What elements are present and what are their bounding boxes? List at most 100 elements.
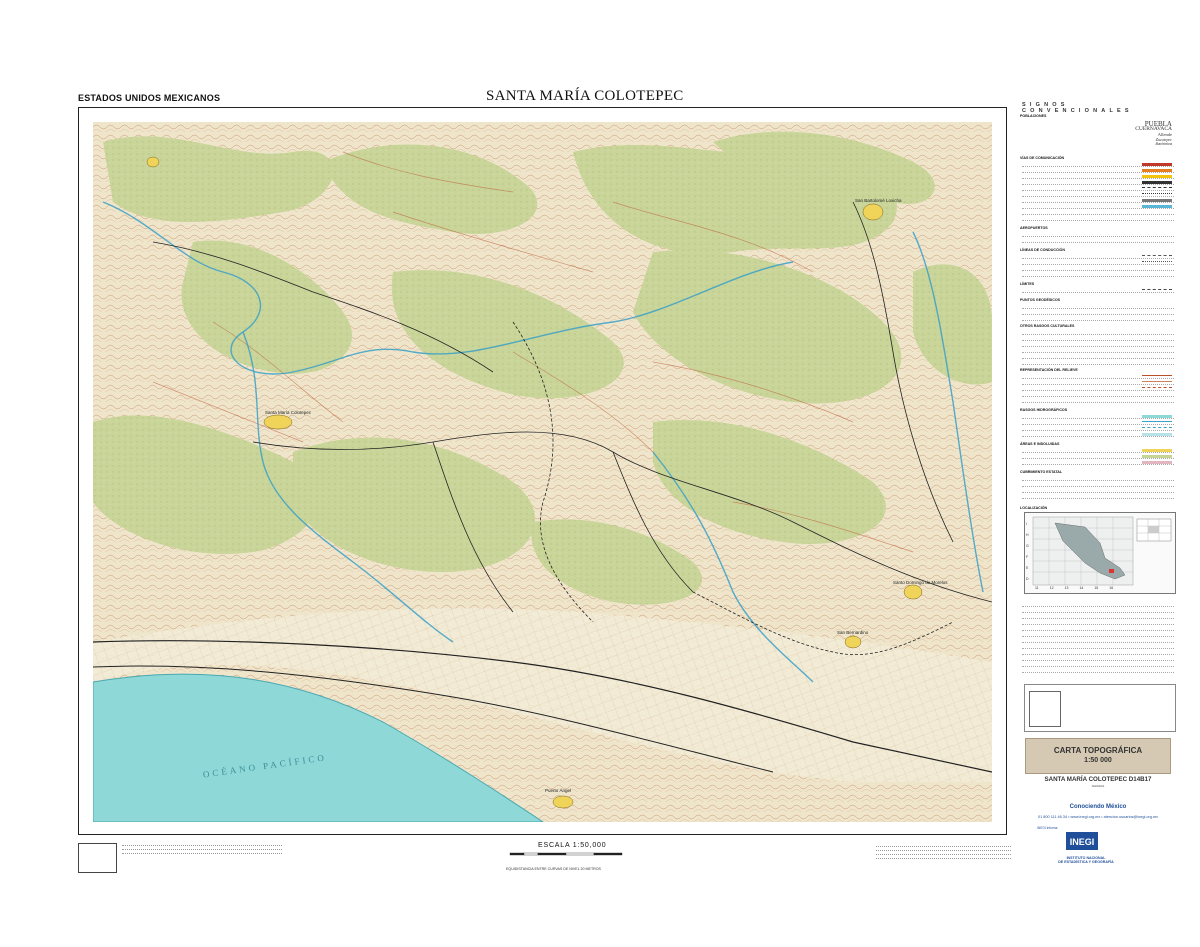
legend-section-vias: VÍAS DE COMUNICACIÓN: [1020, 156, 1065, 160]
index-col-label: 13: [1064, 586, 1069, 590]
legend-row: [1022, 602, 1174, 607]
legend-row: [1022, 620, 1174, 625]
legend-row: [1022, 386, 1174, 391]
legend-section-limites: LÍMITES: [1020, 282, 1035, 286]
place-label: Santo Domingo de Morelos: [893, 580, 948, 585]
inegi-name: INSTITUTO NACIONAL DE ESTADÍSTICA Y GEOG…: [1046, 856, 1126, 864]
index-row-label: E: [1026, 566, 1029, 570]
legend-row: [1022, 272, 1174, 277]
carta-title: CARTA TOPOGRÁFICA: [1053, 746, 1143, 755]
legend-row: [1022, 316, 1174, 321]
legend-row: [1022, 454, 1174, 459]
place-label: San Bernardino: [837, 630, 869, 635]
legend-row: [1022, 392, 1174, 397]
legend-row: [1022, 162, 1174, 167]
index-grid: [1032, 516, 1172, 586]
legend-row: [1022, 626, 1174, 631]
inegi-name-line: DE ESTADÍSTICA Y GEOGRAFÍA: [1058, 860, 1114, 864]
index-row-label: D: [1026, 577, 1029, 581]
index-col-label: 14: [1079, 586, 1084, 590]
index-col-label: 12: [1049, 586, 1054, 590]
legend-section-areas: ÁREAS E INDOLUIDAS: [1020, 442, 1060, 446]
note-box: [78, 843, 117, 873]
legend-row: [1022, 330, 1174, 335]
place-label: San Bartolomé Loxicha: [855, 198, 902, 203]
declination-box: [1024, 684, 1176, 732]
sheet-state: OAXACA: [1091, 784, 1105, 788]
legend-row: [1022, 650, 1174, 655]
legend-row: [1022, 380, 1174, 385]
legend-row: [1022, 174, 1174, 179]
legend-row: [1022, 198, 1174, 203]
legend-town-bachiniva: Bachiniva: [1155, 142, 1172, 146]
legend-row: [1022, 460, 1174, 465]
inegi-logo: INEGI: [1066, 832, 1098, 850]
legend-row: [1022, 608, 1174, 613]
legend-row: [1022, 668, 1174, 673]
legend-section-rasgos-culturales: OTROS RASGOS CULTURALES: [1020, 324, 1075, 328]
legend-row: [1022, 488, 1174, 493]
legend-row: [1022, 638, 1174, 643]
legend-row: [1022, 342, 1174, 347]
index-col-labels: 11 12 13 14 15 16: [1035, 586, 1113, 590]
legend-row: [1022, 614, 1174, 619]
legend-row: [1022, 180, 1174, 185]
legend-row: [1022, 254, 1174, 259]
inegi-logo-text: INEGI: [1070, 837, 1095, 847]
legend-row: [1022, 310, 1174, 315]
scale-label: ESCALA 1:50,000: [538, 842, 607, 849]
legend-section-puntos: PUNTOS GEODÉSICOS: [1020, 298, 1061, 302]
legend-row: [1022, 360, 1174, 365]
declination-diagram: [1029, 691, 1061, 727]
legend-row: [1022, 482, 1174, 487]
legend-row: [1022, 210, 1174, 215]
legend-row: [1022, 374, 1174, 379]
location-index-map: I H G F E D 11 12 13 14 15 16: [1024, 512, 1176, 594]
topographic-map[interactable]: OCÉANO PACÍFICO Santa María Colotepec Sa…: [93, 122, 992, 822]
legend-row: [1022, 336, 1174, 341]
index-row-labels: I H G F E D: [1026, 519, 1029, 585]
legend-row: [1022, 232, 1174, 237]
tagline: Conociendo México: [1069, 804, 1127, 810]
legend-section-cubrimiento: CUBRIMIENTO ESTATAL: [1020, 470, 1063, 474]
legend-row: [1022, 186, 1174, 191]
legend-row: [1022, 238, 1174, 243]
index-col-label: 11: [1035, 586, 1039, 590]
sheet-title: SANTA MARÍA COLOTEPEC: [486, 88, 684, 104]
contour-interval-note: EQUIDISTANCIA ENTRE CURVAS DE NIVEL 20 M…: [506, 867, 601, 871]
legend-row: [1022, 354, 1174, 359]
legend-section-localizacion: LOCALIZACIÓN: [1020, 506, 1048, 510]
legend-row: [1022, 288, 1174, 293]
legend-row: [1022, 420, 1174, 425]
sheet-id: SANTA MARÍA COLOTEPEC D14B17: [1044, 776, 1152, 783]
country-label: ESTADOS UNIDOS MEXICANOS: [78, 93, 221, 103]
legend-section-poblaciones: POBLACIONES: [1020, 114, 1047, 118]
right-note-lines: [876, 843, 1011, 859]
legend-row: [1022, 656, 1174, 661]
legend-row: [1022, 398, 1174, 403]
contact-line[interactable]: 01 800 111 46 34 • www.inegi.org.mx • at…: [998, 815, 1198, 819]
legend-row: [1022, 204, 1174, 209]
legend-row: [1022, 662, 1174, 667]
legend-panel: SIGNOS CONVENCIONALES POBLACIONES PUEBLA…: [1018, 102, 1178, 819]
legend-section-relieve: REPRESENTACIÓN DEL RELIEVE: [1020, 368, 1078, 372]
scale-bar: [509, 852, 623, 856]
carta-scale: 1:50 000: [1084, 757, 1112, 764]
legend-row: [1022, 304, 1174, 309]
legend-row: [1022, 192, 1174, 197]
index-row-label: I: [1026, 522, 1027, 526]
legend-row: [1022, 266, 1174, 271]
legend-row: [1022, 476, 1174, 481]
index-col-label: 16: [1109, 586, 1114, 590]
index-row-label: H: [1026, 533, 1029, 537]
legend-row: [1022, 432, 1174, 437]
note-text-lines: [122, 842, 282, 854]
place-label: Santa María Colotepec: [265, 410, 312, 415]
legend-row: [1022, 426, 1174, 431]
place-label: Puerto Ángel: [545, 787, 571, 793]
index-row-label: F: [1026, 555, 1029, 559]
legend-section-hidrograficos: RASGOS HIDROGRÁFICOS: [1020, 408, 1068, 412]
legend-section-lineas: LÍNEAS DE CONDUCCIÓN: [1020, 248, 1065, 252]
legend-row: [1022, 348, 1174, 353]
legend-row: [1022, 494, 1174, 499]
